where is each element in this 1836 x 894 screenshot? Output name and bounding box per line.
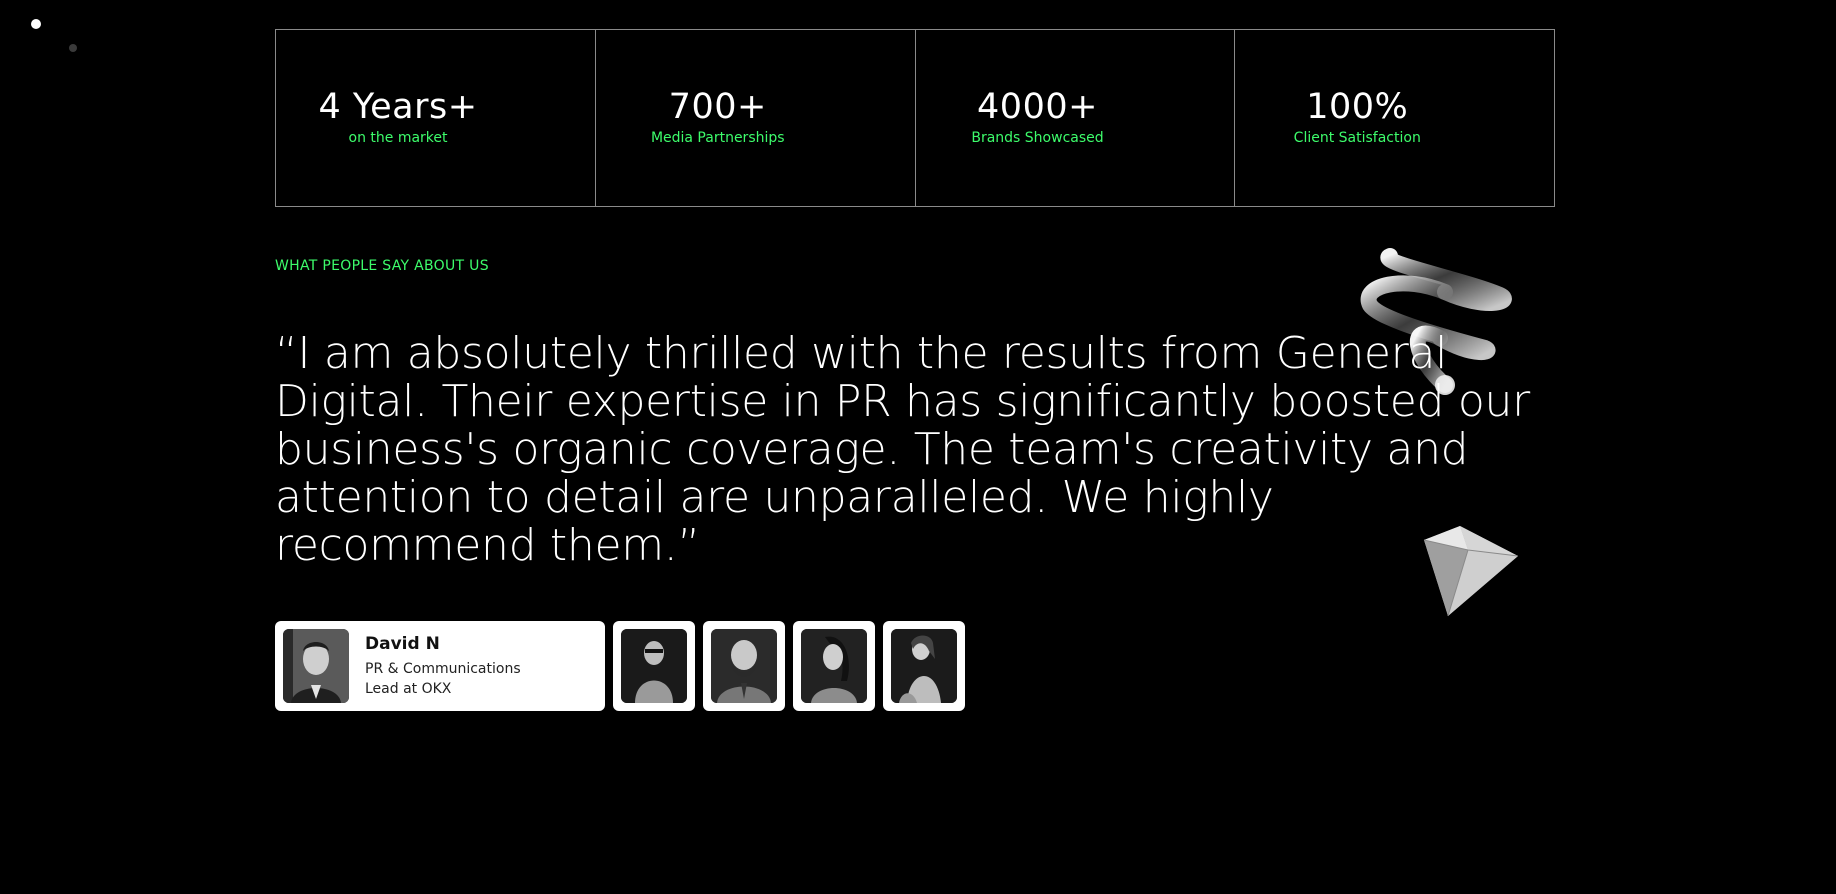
- avatar: [621, 629, 687, 703]
- person-info: David N PR & Communications Lead at OKX: [365, 633, 535, 699]
- testimonial-thumb[interactable]: [883, 621, 965, 711]
- page: 4 Years+ on the market 700+ Media Partne…: [0, 0, 1836, 894]
- stat-years: 4 Years+ on the market: [276, 30, 596, 206]
- stat-label: Brands Showcased: [971, 130, 1104, 146]
- testimonial-thumb[interactable]: [703, 621, 785, 711]
- stat-client-satisfaction: 100% Client Satisfaction: [1235, 30, 1554, 206]
- cursor-dot: [31, 19, 41, 29]
- avatar: [801, 629, 867, 703]
- stat-label: on the market: [348, 130, 448, 146]
- stat-value: 4 Years+: [318, 87, 478, 127]
- stat-value: 4000+: [977, 87, 1098, 127]
- section-eyebrow: WHAT PEOPLE SAY ABOUT US: [275, 258, 489, 274]
- stat-value: 700+: [668, 87, 767, 127]
- avatar: [711, 629, 777, 703]
- cursor-trail-dot: [69, 44, 77, 52]
- person-role: PR & Communications Lead at OKX: [365, 661, 521, 697]
- testimonial-card-active[interactable]: David N PR & Communications Lead at OKX: [275, 621, 605, 711]
- stat-value: 100%: [1306, 87, 1409, 127]
- stat-brands-showcased: 4000+ Brands Showcased: [916, 30, 1236, 206]
- stat-label: Media Partnerships: [650, 130, 785, 146]
- stat-media-partnerships: 700+ Media Partnerships: [596, 30, 916, 206]
- testimonial-people: David N PR & Communications Lead at OKX: [275, 621, 965, 711]
- person-name: David N: [365, 634, 440, 654]
- testimonial-thumb[interactable]: [613, 621, 695, 711]
- stats-strip: 4 Years+ on the market 700+ Media Partne…: [275, 29, 1555, 207]
- avatar: [891, 629, 957, 703]
- testimonial-quote: “I am absolutely thrilled with the resul…: [275, 328, 1530, 571]
- stat-label: Client Satisfaction: [1293, 130, 1421, 146]
- testimonial-thumb[interactable]: [793, 621, 875, 711]
- avatar: [283, 629, 349, 703]
